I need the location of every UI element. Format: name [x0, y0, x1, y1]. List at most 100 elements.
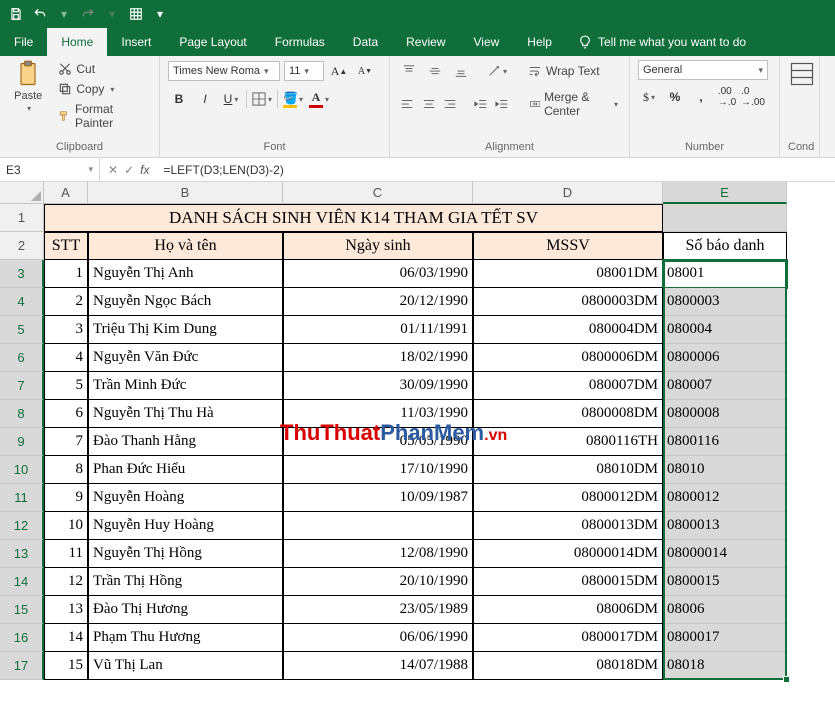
cell-mssv-8[interactable]: 0800008DM	[473, 400, 663, 428]
cell-stt-13[interactable]: 11	[44, 540, 88, 568]
cell-sbd-16[interactable]: 0800017	[663, 624, 787, 652]
cell-ngay-5[interactable]: 01/11/1991	[283, 316, 473, 344]
cell-sbd-17[interactable]: 08018	[663, 652, 787, 680]
cell-ngay-14[interactable]: 20/10/1990	[283, 568, 473, 596]
row-header-1[interactable]: 1	[0, 204, 44, 232]
align-right-icon[interactable]	[441, 93, 459, 115]
italic-button[interactable]: I	[194, 88, 216, 110]
cell-stt-5[interactable]: 3	[44, 316, 88, 344]
cell-sbd-12[interactable]: 0800013	[663, 512, 787, 540]
row-header-8[interactable]: 8	[0, 400, 44, 428]
row-header-15[interactable]: 15	[0, 596, 44, 624]
cell-ten-6[interactable]: Nguyễn Văn Đức	[88, 344, 283, 372]
undo-icon[interactable]	[28, 2, 52, 26]
decrease-font-icon[interactable]: A▼	[354, 60, 376, 82]
cell-ten-9[interactable]: Đào Thanh Hằng	[88, 428, 283, 456]
row-header-14[interactable]: 14	[0, 568, 44, 596]
undo-dropdown-icon[interactable]: ▾	[52, 2, 76, 26]
tab-data[interactable]: Data	[339, 28, 392, 56]
row-header-12[interactable]: 12	[0, 512, 44, 540]
align-top-icon[interactable]	[398, 60, 420, 82]
save-icon[interactable]	[4, 2, 28, 26]
cell-stt-12[interactable]: 10	[44, 512, 88, 540]
cell-sbd-4[interactable]: 0800003	[663, 288, 787, 316]
cell-stt-3[interactable]: 1	[44, 260, 88, 288]
cell-ten-3[interactable]: Nguyễn Thị Anh	[88, 260, 283, 288]
cell-stt-15[interactable]: 13	[44, 596, 88, 624]
cell-ten-14[interactable]: Trần Thị Hồng	[88, 568, 283, 596]
increase-decimal-icon[interactable]: .00→.0	[716, 86, 738, 108]
row-header-17[interactable]: 17	[0, 652, 44, 680]
cell-sbd-5[interactable]: 080004	[663, 316, 787, 344]
fill-handle[interactable]	[783, 676, 790, 683]
merge-center-button[interactable]: Merge & Center▾	[526, 88, 623, 120]
row-header-5[interactable]: 5	[0, 316, 44, 344]
cell-ten-17[interactable]: Vũ Thị Lan	[88, 652, 283, 680]
row-header-3[interactable]: 3	[0, 260, 44, 288]
select-all-corner[interactable]	[0, 182, 44, 204]
cell-stt-9[interactable]: 7	[44, 428, 88, 456]
decrease-decimal-icon[interactable]: .0→.00	[742, 86, 764, 108]
row-header-9[interactable]: 9	[0, 428, 44, 456]
cell-mssv-5[interactable]: 080004DM	[473, 316, 663, 344]
cell-mssv-6[interactable]: 0800006DM	[473, 344, 663, 372]
fill-color-button[interactable]: 🪣▾	[282, 88, 304, 110]
table-icon[interactable]	[124, 2, 148, 26]
cut-button[interactable]: Cut	[54, 60, 151, 78]
cell-ngay-16[interactable]: 06/06/1990	[283, 624, 473, 652]
wrap-text-button[interactable]: Wrap Text	[524, 62, 604, 80]
cell-sbd-15[interactable]: 08006	[663, 596, 787, 624]
cell-sbd-3[interactable]: 08001	[663, 260, 787, 288]
cell-ten-12[interactable]: Nguyễn Huy Hoàng	[88, 512, 283, 540]
cell-ten-16[interactable]: Phạm Thu Hương	[88, 624, 283, 652]
row-header-6[interactable]: 6	[0, 344, 44, 372]
cell-stt-7[interactable]: 5	[44, 372, 88, 400]
cell-ngay-10[interactable]: 17/10/1990	[283, 456, 473, 484]
name-box[interactable]: E3▾	[0, 158, 100, 181]
cell-sbd-8[interactable]: 0800008	[663, 400, 787, 428]
tab-formulas[interactable]: Formulas	[261, 28, 339, 56]
cell-stt-14[interactable]: 12	[44, 568, 88, 596]
cell-ten-11[interactable]: Nguyễn Hoàng	[88, 484, 283, 512]
cell-ngay-7[interactable]: 30/09/1990	[283, 372, 473, 400]
cell-mssv-15[interactable]: 08006DM	[473, 596, 663, 624]
qat-customize-icon[interactable]: ▾	[148, 2, 172, 26]
row-header-7[interactable]: 7	[0, 372, 44, 400]
column-header-D[interactable]: D	[473, 182, 663, 204]
cell-stt-8[interactable]: 6	[44, 400, 88, 428]
cell-stt-6[interactable]: 4	[44, 344, 88, 372]
cell-ngay-12[interactable]	[283, 512, 473, 540]
accounting-format-icon[interactable]: $▾	[638, 86, 660, 108]
cell-sbd-9[interactable]: 0800116	[663, 428, 787, 456]
cell-mssv-14[interactable]: 0800015DM	[473, 568, 663, 596]
font-name-combo[interactable]: Times New Roma▾	[168, 61, 280, 81]
cell-ngay-8[interactable]: 11/03/1990	[283, 400, 473, 428]
cell-sbd-14[interactable]: 0800015	[663, 568, 787, 596]
percent-format-icon[interactable]: %	[664, 86, 686, 108]
format-painter-button[interactable]: Format Painter	[54, 100, 151, 132]
cell-ten-15[interactable]: Đào Thị Hương	[88, 596, 283, 624]
tab-view[interactable]: View	[460, 28, 514, 56]
cell-ngay-11[interactable]: 10/09/1987	[283, 484, 473, 512]
cell-mssv-17[interactable]: 08018DM	[473, 652, 663, 680]
cell-ten-4[interactable]: Nguyễn Ngọc Bách	[88, 288, 283, 316]
cell-stt-11[interactable]: 9	[44, 484, 88, 512]
cell-ngay-9[interactable]: 05/05/1990	[283, 428, 473, 456]
cell-ngay-15[interactable]: 23/05/1989	[283, 596, 473, 624]
column-header-A[interactable]: A	[44, 182, 88, 204]
border-button[interactable]: ▾	[251, 88, 273, 110]
font-size-combo[interactable]: 11▾	[284, 61, 324, 81]
cell-ten-5[interactable]: Triệu Thị Kim Dung	[88, 316, 283, 344]
redo-icon[interactable]	[76, 2, 100, 26]
orientation-icon[interactable]: ▾	[486, 60, 508, 82]
cell-ngay-3[interactable]: 06/03/1990	[283, 260, 473, 288]
cell-ten-13[interactable]: Nguyễn Thị Hồng	[88, 540, 283, 568]
enter-formula-icon[interactable]: ✓	[124, 163, 134, 177]
cell-sbd-7[interactable]: 080007	[663, 372, 787, 400]
fx-icon[interactable]: fx	[140, 163, 149, 177]
comma-format-icon[interactable]: ,	[690, 86, 712, 108]
worksheet-grid[interactable]: ABCDE1DANH SÁCH SINH VIÊN K14 THAM GIA T…	[0, 182, 835, 680]
cell-mssv-4[interactable]: 0800003DM	[473, 288, 663, 316]
tab-home[interactable]: Home	[47, 28, 107, 56]
underline-button[interactable]: U▾	[220, 88, 242, 110]
